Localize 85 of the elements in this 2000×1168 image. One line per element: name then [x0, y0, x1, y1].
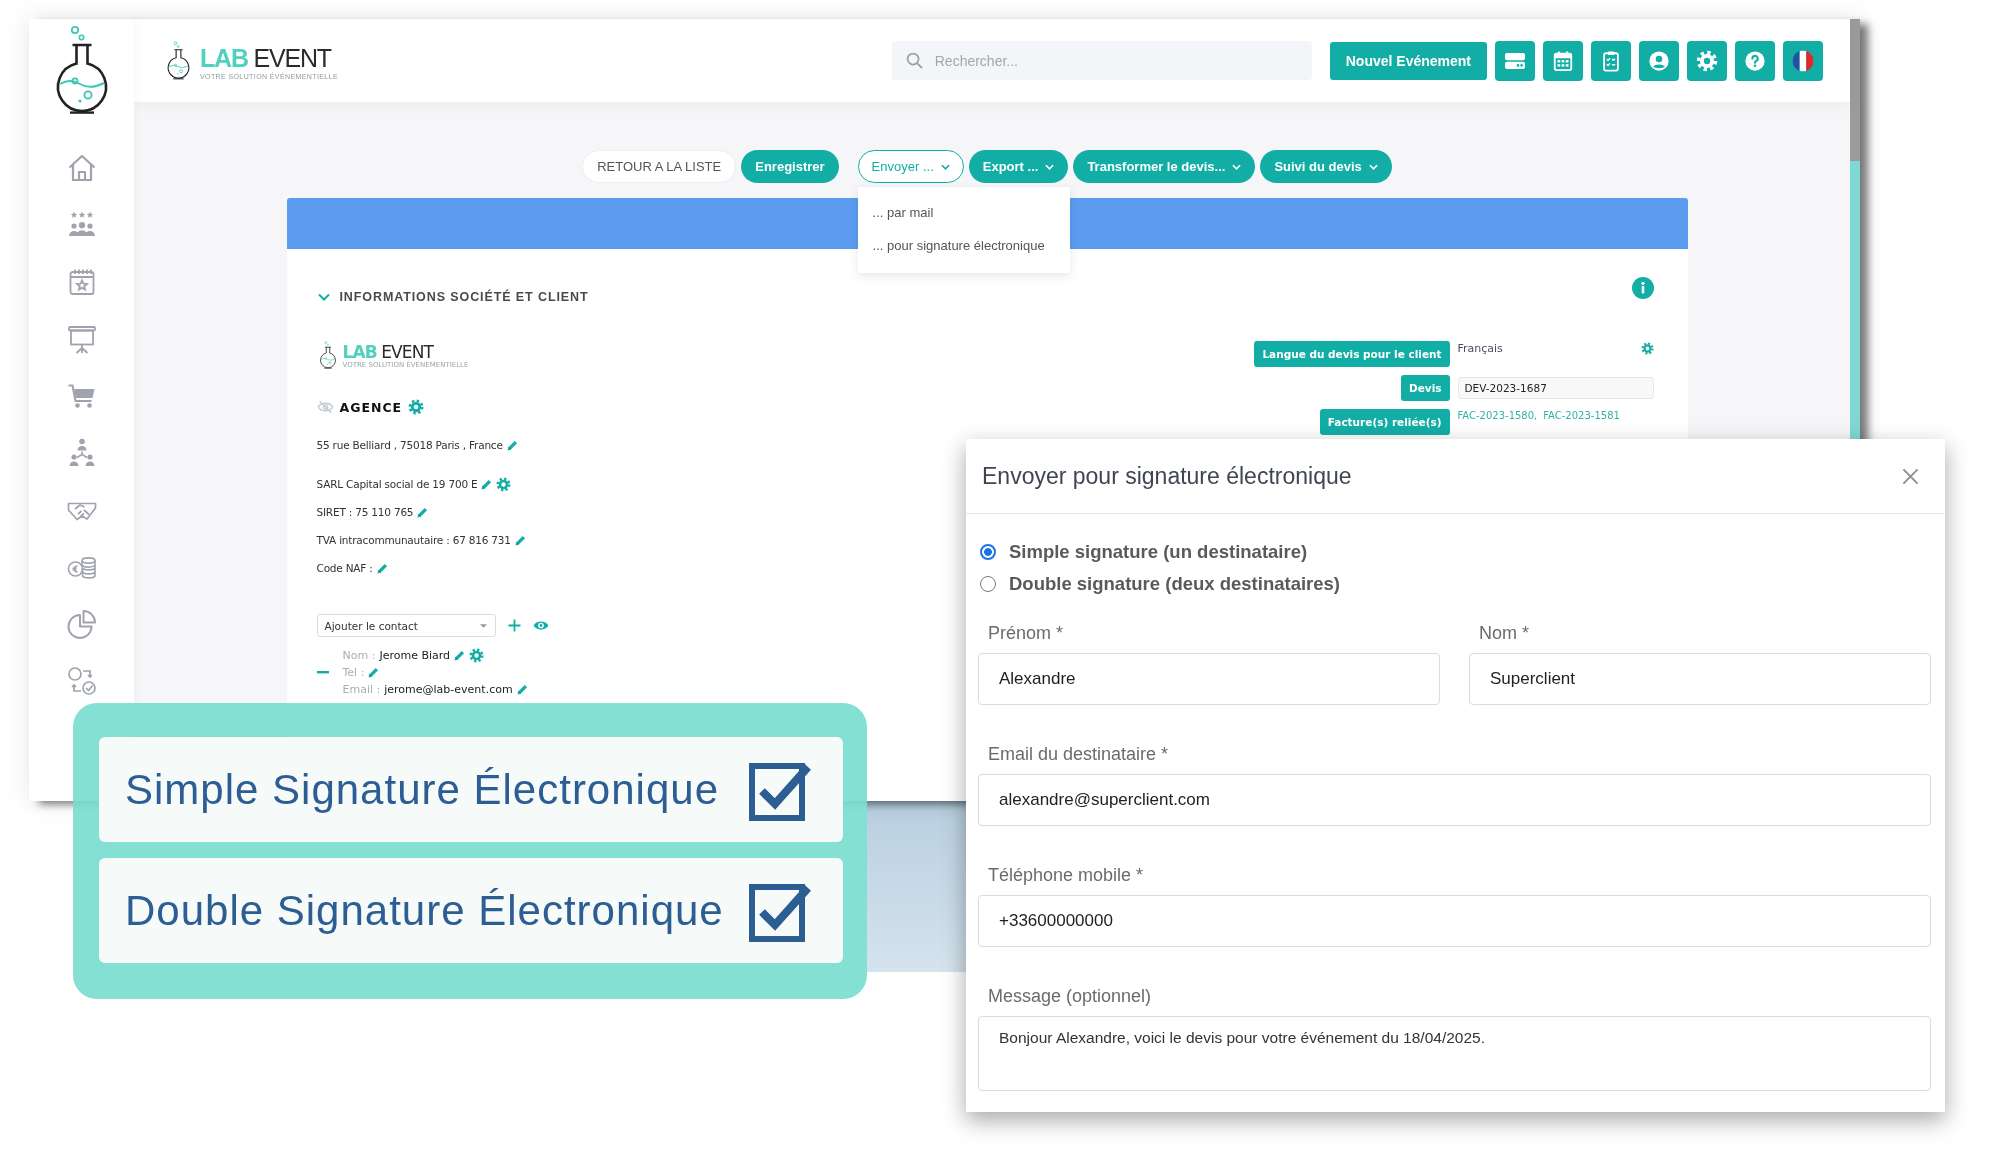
pencil-icon[interactable] — [417, 506, 429, 518]
settings-icon[interactable] — [1696, 49, 1718, 72]
company-detail: Code NAF : — [316, 562, 373, 574]
feature-label: Double Signature Électronique — [125, 886, 724, 935]
field-badge: Langue du devis pour le client — [1254, 341, 1450, 367]
close-icon[interactable] — [1902, 467, 1919, 485]
gear-icon[interactable] — [496, 476, 512, 492]
eye-icon[interactable] — [532, 620, 549, 631]
pencil-icon[interactable] — [516, 684, 528, 695]
modal-title: Envoyer pour signature électronique — [982, 462, 1352, 490]
radio-label[interactable]: Simple signature (un destinataire) — [1009, 541, 1308, 563]
scrollbar-thumb[interactable] — [1850, 19, 1860, 161]
pencil-icon[interactable] — [368, 667, 380, 678]
search-icon — [905, 52, 923, 69]
help-icon — [1744, 49, 1766, 72]
back-button[interactable]: RETOUR A LA LISTE — [582, 150, 737, 183]
field-label: Téléphone mobile * — [987, 864, 1145, 887]
contact-label: Email : — [342, 683, 381, 696]
company-detail: TVA intracommunautaire : 67 816 731 — [316, 534, 511, 546]
contact-label: Tel : — [342, 666, 365, 679]
text-field[interactable]: Superclient — [1469, 653, 1931, 705]
agency-name: AGENCE — [339, 399, 403, 415]
radio-button[interactable] — [980, 576, 996, 592]
help-button[interactable] — [1735, 40, 1775, 81]
company-detail: 55 rue Belliard , 75018 Paris , France — [316, 439, 503, 451]
caret-icon — [1232, 163, 1242, 170]
gear-icon[interactable] — [1640, 342, 1654, 355]
field-badge: Devis — [1400, 375, 1450, 401]
exchange-icon[interactable] — [65, 665, 98, 697]
calendar-button[interactable] — [1543, 40, 1583, 81]
flask-logo-icon — [166, 41, 191, 80]
search-field[interactable]: Rechercher... — [891, 41, 1312, 80]
language-value: Français — [1457, 342, 1503, 355]
user-circle-icon — [1648, 49, 1670, 72]
flask-logo-icon — [318, 341, 337, 369]
gear-icon[interactable] — [469, 648, 485, 663]
brand-name: LAB EVENT — [342, 344, 434, 361]
minus-icon[interactable] — [316, 671, 329, 674]
field-label: Message (optionnel) — [987, 985, 1153, 1008]
pencil-icon[interactable] — [481, 478, 493, 490]
company-detail: SARL Capital social de 19 700 E — [316, 478, 478, 490]
pencil-icon[interactable] — [514, 534, 526, 546]
field-label: Prénom * — [987, 622, 1065, 645]
company-detail: SIRET : 75 110 765 — [316, 506, 414, 518]
brand-name: LAB EVENT — [200, 46, 333, 71]
account-button[interactable] — [1639, 40, 1679, 81]
gear-icon[interactable] — [408, 399, 425, 415]
menu-item[interactable]: ... par mail — [857, 196, 1070, 229]
feature-label: Simple Signature Électronique — [125, 765, 719, 814]
eye-off-icon[interactable] — [316, 400, 334, 414]
plus-icon[interactable] — [507, 619, 521, 632]
caret-icon — [479, 623, 487, 628]
pencil-icon[interactable] — [376, 562, 388, 574]
contact-label: Nom : — [342, 649, 376, 662]
info-icon[interactable] — [1631, 277, 1654, 299]
radio-button[interactable] — [980, 544, 996, 560]
caret-icon — [940, 163, 950, 170]
settings-button[interactable] — [1687, 40, 1727, 81]
drive-button[interactable] — [1495, 40, 1535, 81]
text-field[interactable]: +33600000000 — [978, 895, 1931, 947]
clipboard-list-icon — [1600, 49, 1622, 72]
field-label: Email du destinataire * — [987, 743, 1170, 766]
text-field[interactable]: alexandre@superclient.com — [978, 774, 1931, 826]
message-field[interactable]: Bonjour Alexandre, voici le devis pour votre événement du 18/04/2025. — [978, 1016, 1931, 1091]
projector-screen-icon[interactable] — [65, 323, 98, 355]
chevron-icon[interactable] — [316, 292, 331, 302]
field-label: Nom * — [1478, 622, 1530, 645]
calendar-icon — [1552, 49, 1574, 72]
contact-select[interactable]: Ajouter le contact — [316, 614, 496, 637]
field-badge: Facture(s) reliée(s) — [1319, 409, 1450, 435]
pie-chart-icon[interactable] — [65, 608, 98, 640]
french-flag-icon — [1791, 48, 1815, 73]
caret-icon — [1045, 163, 1055, 170]
caret-icon — [1368, 163, 1378, 170]
contact-value: Jerome Biard — [379, 649, 451, 662]
clipboard-list-button[interactable] — [1591, 40, 1631, 81]
radio-label[interactable]: Double signature (deux destinataires) — [1009, 573, 1340, 595]
pencil-icon[interactable] — [506, 439, 518, 451]
language-button[interactable] — [1783, 40, 1823, 81]
quote-number-field[interactable]: DEV-2023-1687 — [1457, 377, 1654, 399]
contact-value: jerome@lab-event.com — [384, 683, 513, 696]
text-field[interactable]: Alexandre — [978, 653, 1440, 705]
section-title[interactable]: INFORMATIONS SOCIÉTÉ ET CLIENT — [339, 290, 589, 304]
menu-item[interactable]: ... pour signature électronique — [857, 229, 1070, 262]
pencil-icon[interactable] — [454, 650, 466, 661]
